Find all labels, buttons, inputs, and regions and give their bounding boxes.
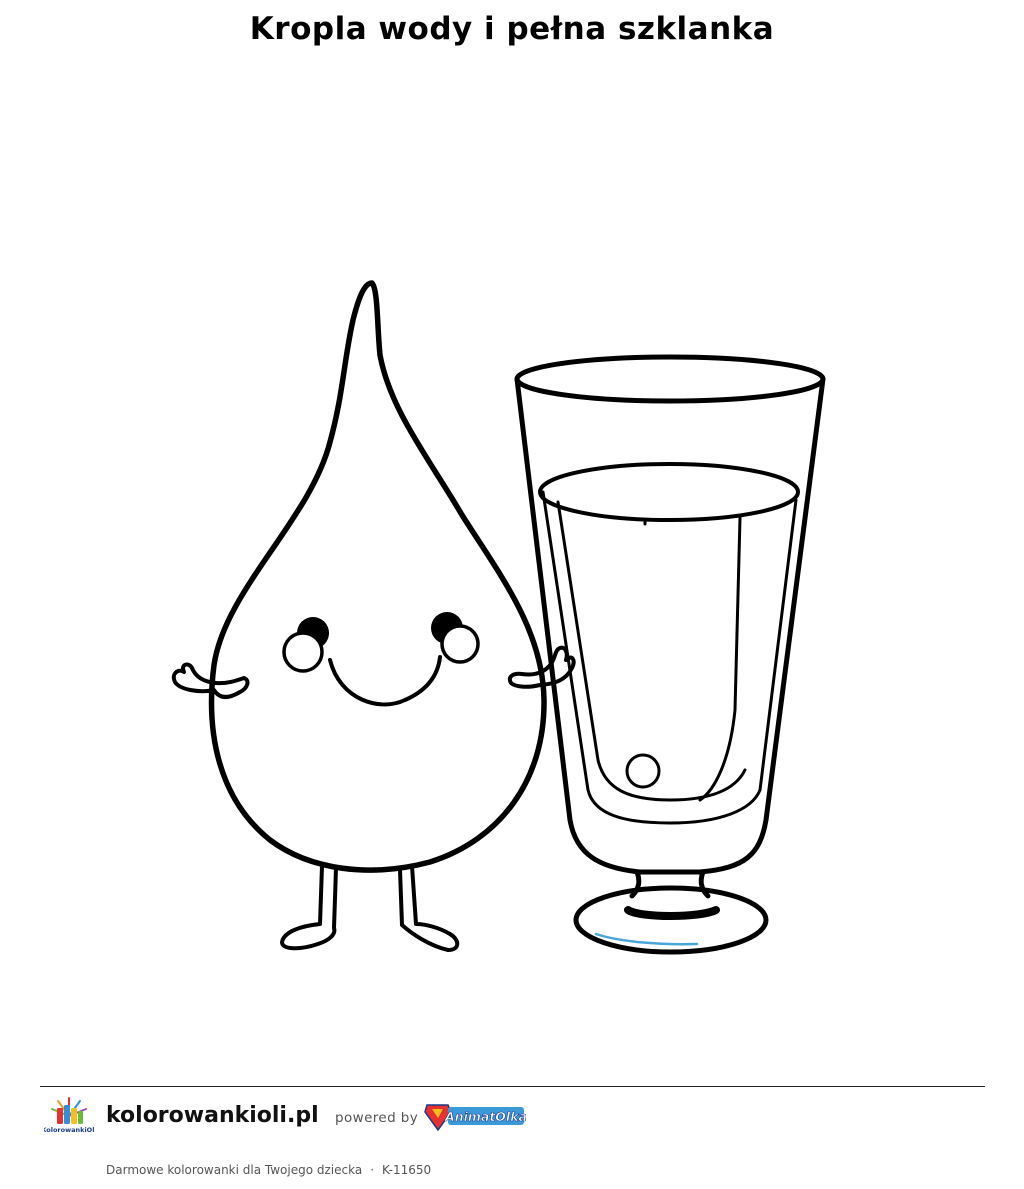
tagline: Darmowe kolorowanki dla Twojego dziecka [106,1163,363,1177]
drop-left-leg [280,864,338,951]
coloring-illustration [171,280,826,955]
footer-divider [40,1086,985,1087]
drop-right-leg [398,864,460,952]
footer-note: Darmowe kolorowanki dla Twojego dziecka ·… [106,1161,431,1179]
page-title: Kropla wody i pełna szklanka [249,11,775,47]
drop-body [208,280,547,873]
water-drop-character [171,280,576,952]
drop-smile [328,655,442,707]
site-name-link[interactable]: kolorowankioli.pl [106,1101,319,1131]
powered-by-label: powered by [335,1110,419,1126]
partner-logo-text: AnimatOlka [444,1109,526,1124]
glass-inner-reflection [556,500,747,802]
glass-rim [514,354,826,404]
animatolka-logo[interactable]: AnimatOlka [424,1098,526,1134]
page-code: K-11650 [382,1163,432,1177]
glass-base [573,885,769,955]
drop-left-arm [171,662,250,699]
glass-liquid-line [643,516,742,802]
kolorowankioli-logo[interactable]: KolorowankiOli [44,1092,94,1140]
logo-text: KolorowankiOli [44,1126,94,1134]
drop-right-eye-highlight [440,624,480,664]
drop-left-eye-highlight [282,631,324,673]
glass-stem [629,869,711,899]
glass-base-band [624,906,720,920]
footer-separator: · [370,1163,375,1177]
glass-liquid-surface [538,462,800,522]
full-glass [514,354,826,955]
glass-bubble [625,753,661,789]
